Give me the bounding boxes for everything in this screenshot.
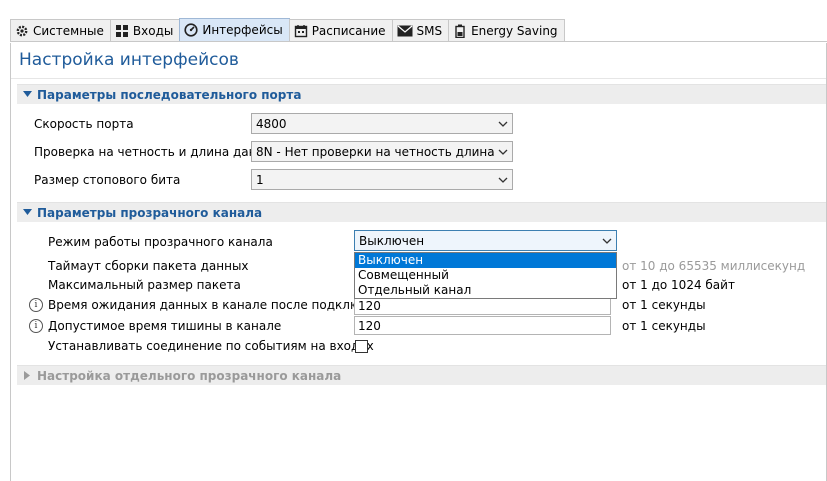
gauge-icon xyxy=(184,23,198,37)
battery-icon xyxy=(453,24,467,38)
dropdown-option[interactable]: Отдельный канал xyxy=(355,283,616,298)
max-packet-hint: от 1 до 1024 байт xyxy=(622,278,735,292)
envelope-icon xyxy=(397,24,413,38)
parity-select[interactable]: 8N - Нет проверки на четность длина данн… xyxy=(251,141,513,162)
stop-bit-label: Размер стопового бита xyxy=(34,173,181,187)
channel-mode-label: Режим работы прозрачного канала xyxy=(48,235,273,249)
tab-sms[interactable]: SMS xyxy=(391,19,450,41)
collapsed-triangle-icon xyxy=(17,371,37,380)
expanded-triangle-icon xyxy=(17,91,37,98)
silence-time-hint: от 1 секунды xyxy=(622,319,706,333)
tab-inputs[interactable]: Входы xyxy=(109,19,181,41)
dropdown-option[interactable]: Выключен xyxy=(355,253,616,268)
tab-label: Расписание xyxy=(311,23,386,38)
stop-bit-select[interactable]: 1 xyxy=(251,169,513,190)
expanded-triangle-icon xyxy=(17,209,37,216)
connect-events-checkbox[interactable] xyxy=(355,340,368,353)
section-separate-channel[interactable]: Настройка отдельного прозрачного канала xyxy=(17,365,827,385)
chevron-down-icon xyxy=(498,177,508,183)
grid-icon xyxy=(115,24,129,38)
silence-time-label: Допустимое время тишины в канале xyxy=(48,319,282,333)
connect-events-label: Устанавливать соединение по событиям на … xyxy=(48,339,374,353)
section-serial-port[interactable]: Параметры последовательного порта xyxy=(17,84,827,104)
tab-schedule[interactable]: Расписание xyxy=(288,19,393,41)
tab-interfaces[interactable]: Интерфейсы xyxy=(179,18,290,41)
section-title: Параметры последовательного порта xyxy=(37,87,302,102)
silence-time-input[interactable]: 120 xyxy=(354,316,611,335)
max-packet-label: Максимальный размер пакета xyxy=(48,278,241,292)
tab-label: Energy Saving xyxy=(471,23,558,38)
parity-value: 8N - Нет проверки на четность длина данн… xyxy=(256,144,494,159)
dropdown-option[interactable]: Совмещенный xyxy=(355,268,616,283)
tab-label: SMS xyxy=(416,23,443,38)
timeout-label: Таймаут сборки пакета данных xyxy=(48,259,249,273)
tab-label: Интерфейсы xyxy=(202,23,283,37)
window-top-strip xyxy=(0,0,827,19)
chevron-down-icon xyxy=(602,238,612,244)
channel-mode-value: Выключен xyxy=(359,233,425,248)
port-speed-value: 4800 xyxy=(256,116,287,131)
stop-bit-value: 1 xyxy=(256,172,264,187)
tab-energy-saving[interactable]: Energy Saving xyxy=(448,19,565,41)
info-icon[interactable]: i xyxy=(29,319,43,333)
tab-label: Системные xyxy=(33,23,104,38)
tab-system[interactable]: Системные xyxy=(10,19,111,41)
tab-bar: Системные Входы Интерфейсы Расписание SM… xyxy=(10,18,827,42)
chevron-down-icon xyxy=(498,121,508,127)
section-title: Параметры прозрачного канала xyxy=(37,205,263,220)
timeout-hint: от 10 до 65535 миллисекунд xyxy=(622,259,806,273)
parity-label: Проверка на четность и длина данных xyxy=(34,145,281,159)
chevron-down-icon xyxy=(498,149,508,155)
title-divider xyxy=(11,78,827,79)
calendar-icon xyxy=(294,24,308,38)
section-title: Настройка отдельного прозрачного канала xyxy=(37,368,342,383)
page-title: Настройка интерфейсов xyxy=(19,50,239,70)
interfaces-panel: Настройка интерфейсов Параметры последов… xyxy=(10,43,827,481)
tab-label: Входы xyxy=(132,23,174,38)
section-transparent-channel[interactable]: Параметры прозрачного канала xyxy=(17,202,827,222)
gear-icon xyxy=(15,24,29,38)
channel-mode-dropdown-list: Выключен Совмещенный Отдельный канал xyxy=(354,252,617,299)
wait-time-hint: от 1 секунды xyxy=(622,298,706,312)
port-speed-select[interactable]: 4800 xyxy=(251,113,513,134)
port-speed-label: Скорость порта xyxy=(34,117,134,131)
channel-mode-select[interactable]: Выключен xyxy=(354,230,617,251)
info-icon[interactable]: i xyxy=(29,298,43,312)
wait-time-label: Время ожидания данных в канале после под… xyxy=(48,298,398,312)
